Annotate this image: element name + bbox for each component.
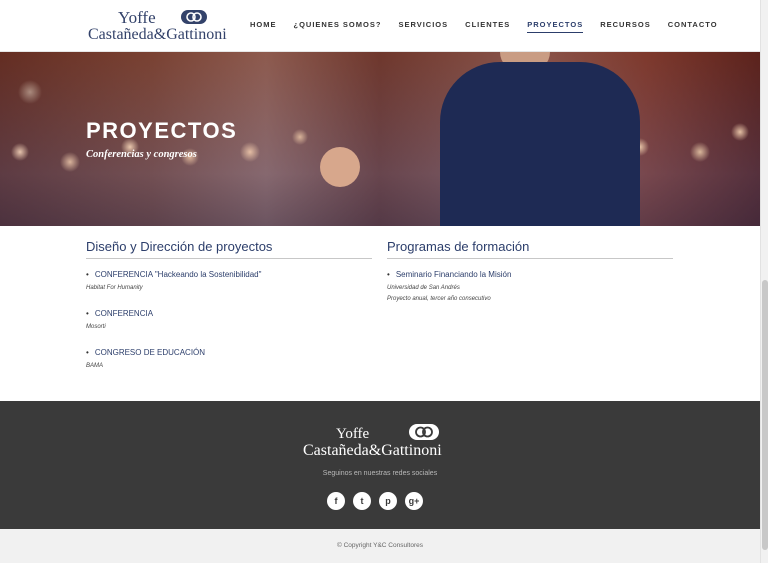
- project-link[interactable]: CONFERENCIA "Hackeando la Sostenibilidad…: [95, 270, 262, 279]
- hero-speaker-hand: [320, 147, 360, 187]
- project-client: Universidad de San Andrés: [387, 285, 460, 291]
- list-item: • CONFERENCIA Mosorti: [86, 309, 372, 331]
- nav-home[interactable]: HOME: [250, 20, 277, 33]
- logo-mark-icon: [409, 424, 439, 440]
- project-client: Habitat For Humanity: [86, 285, 143, 291]
- logo-line-1: Yoffe: [118, 8, 156, 27]
- social-follow-text: Seguinos en nuestras redes sociales: [322, 470, 438, 477]
- section-heading: Programas de formación: [387, 238, 673, 259]
- footer-logo-line-1: Yoffe: [336, 426, 370, 442]
- list-item: • Seminario Financiando la Misión Univers…: [387, 270, 673, 303]
- project-note: Proyecto anual, tercer año consecutivo: [387, 296, 491, 302]
- scrollbar-thumb[interactable]: [762, 280, 768, 550]
- google-plus-icon[interactable]: g+: [405, 492, 423, 510]
- logo-mark-icon: [181, 10, 207, 24]
- bullet-icon: •: [86, 348, 89, 357]
- bullet-icon: •: [387, 270, 390, 279]
- hero-title: PROYECTOS: [86, 118, 238, 143]
- page: Yoffe Castañeda&Gattinoni HOME ¿QUIENES …: [0, 0, 768, 563]
- project-client: Mosorti: [86, 324, 106, 330]
- project-link[interactable]: CONFERENCIA: [95, 309, 153, 318]
- nav-contacto[interactable]: CONTACTO: [668, 20, 718, 33]
- bullet-icon: •: [86, 270, 89, 279]
- project-link[interactable]: CONGRESO DE EDUCACIÓN: [95, 348, 205, 357]
- bullet-icon: •: [86, 309, 89, 318]
- list-item: • CONFERENCIA "Hackeando la Sostenibilida…: [86, 270, 372, 292]
- page-scrollbar[interactable]: [760, 0, 768, 563]
- hero-banner: PROYECTOS Conferencias y congresos: [0, 52, 760, 226]
- site-logo[interactable]: Yoffe Castañeda&Gattinoni: [88, 8, 228, 44]
- footer-logo-line-2: Castañeda&Gattinoni: [303, 442, 442, 459]
- hero-subtitle: Conferencias y congresos: [86, 149, 197, 160]
- copyright-text: © Copyright Y&C Consultores: [337, 542, 423, 549]
- hero-speaker: [440, 62, 640, 226]
- facebook-icon[interactable]: f: [327, 492, 345, 510]
- social-links: f t p g+: [327, 492, 423, 510]
- project-link[interactable]: Seminario Financiando la Misión: [396, 270, 512, 279]
- list-item: • CONGRESO DE EDUCACIÓN BAMA: [86, 348, 372, 370]
- section-programas-formacion: Programas de formación • Seminario Financ…: [387, 238, 673, 303]
- main-nav: HOME ¿QUIENES SOMOS? SERVICIOS CLIENTES …: [250, 20, 718, 33]
- site-footer: Yoffe Castañeda&Gattinoni Seguinos en nu…: [0, 401, 760, 529]
- footer-logo[interactable]: Yoffe Castañeda&Gattinoni: [303, 423, 463, 461]
- nav-clientes[interactable]: CLIENTES: [465, 20, 510, 33]
- nav-servicios[interactable]: SERVICIOS: [398, 20, 448, 33]
- pinterest-icon[interactable]: p: [379, 492, 397, 510]
- section-heading: Diseño y Dirección de proyectos: [86, 238, 372, 259]
- nav-proyectos[interactable]: PROYECTOS: [527, 20, 584, 33]
- nav-recursos[interactable]: RECURSOS: [600, 20, 651, 33]
- logo-line-2: Castañeda&Gattinoni: [88, 26, 227, 43]
- project-client: BAMA: [86, 363, 104, 369]
- site-header: Yoffe Castañeda&Gattinoni HOME ¿QUIENES …: [0, 0, 760, 52]
- section-diseno-direccion: Diseño y Dirección de proyectos • CONFERE…: [86, 238, 372, 370]
- twitter-icon[interactable]: t: [353, 492, 371, 510]
- copyright-bar: © Copyright Y&C Consultores: [0, 529, 760, 563]
- nav-quienes-somos[interactable]: ¿QUIENES SOMOS?: [294, 20, 382, 33]
